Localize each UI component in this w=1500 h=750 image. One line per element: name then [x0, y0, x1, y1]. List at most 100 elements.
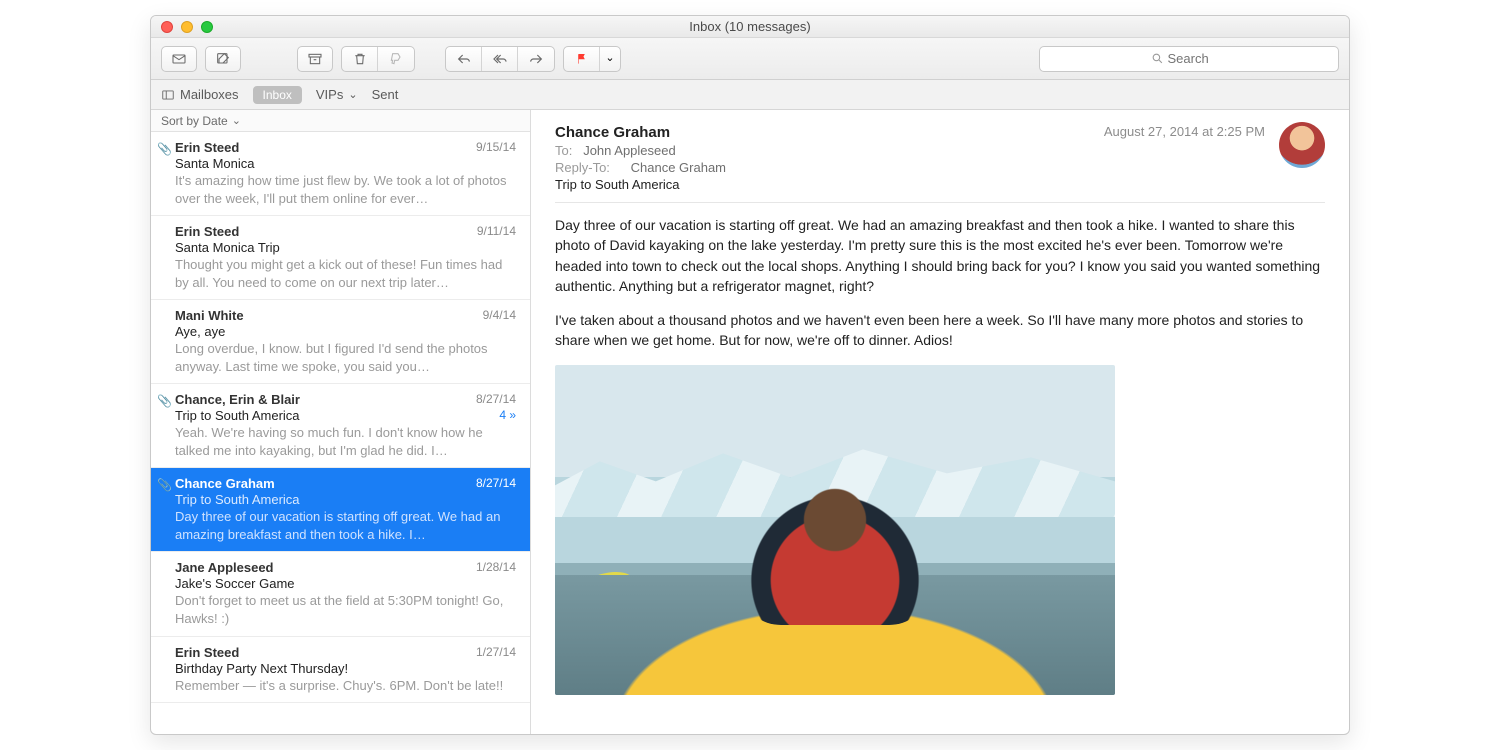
search-input[interactable] [1168, 51, 1228, 66]
message-subject: Trip to South America4 » [175, 408, 516, 423]
compose-icon [215, 51, 231, 67]
sender-name: Erin Steed [175, 645, 239, 660]
sender-name: Erin Steed [175, 140, 239, 155]
photo-person [745, 475, 925, 625]
message-preview: Remember — it's a surprise. Chuy's. 6PM.… [175, 677, 516, 695]
to-label: To: [555, 143, 572, 158]
message-subject: Santa Monica [175, 156, 516, 171]
junk-button[interactable] [378, 47, 414, 71]
message-item[interactable]: Mani White 9/4/14Aye, ayeLong overdue, I … [151, 300, 530, 384]
reply-group [445, 46, 555, 72]
search-field[interactable] [1039, 46, 1339, 72]
reply-all-button[interactable] [482, 47, 518, 71]
content-split: Sort by Date 📎Erin Steed9/15/14Santa Mon… [151, 110, 1349, 734]
message-subject: Birthday Party Next Thursday! [175, 661, 516, 676]
message-subject: Trip to South America [175, 492, 516, 507]
sender-avatar[interactable] [1279, 122, 1325, 168]
delete-junk-group [341, 46, 415, 72]
sender-name: Chance Graham [175, 476, 275, 491]
message-date: 1/27/14 [476, 645, 516, 660]
body-paragraph: Day three of our vacation is starting of… [555, 215, 1325, 296]
message-header: Chance Graham To: John Appleseed Reply-T… [555, 124, 1325, 203]
reply-to-value: Chance Graham [631, 160, 726, 175]
message-subject: Santa Monica Trip [175, 240, 516, 255]
message-item[interactable]: 📎Erin Steed 9/15/14Santa MonicaIt's amazi… [151, 132, 530, 216]
message-item[interactable]: Erin Steed 1/27/14Birthday Party Next Thu… [151, 637, 530, 704]
get-mail-button[interactable] [161, 46, 197, 72]
forward-icon [528, 51, 544, 67]
reply-icon [456, 51, 472, 67]
reply-button[interactable] [446, 47, 482, 71]
minimize-window-button[interactable] [181, 21, 193, 33]
message-date: 9/15/14 [476, 140, 516, 155]
inbox-tab[interactable]: Inbox [253, 86, 302, 104]
message-date: 8/27/14 [476, 476, 516, 491]
mail-window: Inbox (10 messages) [150, 15, 1350, 735]
mailboxes-label: Mailboxes [180, 87, 239, 102]
attachment-icon: 📎 [157, 142, 172, 156]
compose-button[interactable] [205, 46, 241, 72]
subject-line: Trip to South America [555, 177, 1325, 192]
flag-icon [575, 52, 589, 66]
attachment-photo[interactable] [555, 365, 1115, 695]
trash-icon [352, 51, 368, 67]
chevron-down-icon [348, 87, 357, 102]
reply-to-label: Reply-To: [555, 160, 627, 175]
envelope-icon [171, 51, 187, 67]
message-list-pane: Sort by Date 📎Erin Steed9/15/14Santa Mon… [151, 110, 531, 734]
close-window-button[interactable] [161, 21, 173, 33]
to-value: John Appleseed [583, 143, 676, 158]
title-bar: Inbox (10 messages) [151, 16, 1349, 38]
message-preview: Long overdue, I know. but I figured I'd … [175, 340, 516, 375]
search-icon [1151, 52, 1164, 65]
message-preview: Yeah. We're having so much fun. I don't … [175, 424, 516, 459]
zoom-window-button[interactable] [201, 21, 213, 33]
forward-button[interactable] [518, 47, 554, 71]
message-item[interactable]: 📎Chance Graham 8/27/14Trip to South Ameri… [151, 468, 530, 552]
flag-menu-button[interactable] [600, 47, 620, 71]
message-date: 9/4/14 [483, 308, 516, 323]
attachment-icon: 📎 [157, 478, 172, 492]
body-paragraph: I've taken about a thousand photos and w… [555, 310, 1325, 351]
toolbar [151, 38, 1349, 80]
sender-name: Erin Steed [175, 224, 239, 239]
message-preview: It's amazing how time just flew by. We t… [175, 172, 516, 207]
sent-tab[interactable]: Sent [372, 87, 399, 102]
message-datetime: August 27, 2014 at 2:25 PM [1104, 124, 1265, 139]
window-controls [151, 21, 213, 33]
sender-name: Chance, Erin & Blair [175, 392, 300, 407]
window-title: Inbox (10 messages) [151, 19, 1349, 34]
thumbs-down-icon [388, 51, 404, 67]
message-list[interactable]: 📎Erin Steed9/15/14Santa MonicaIt's amazi… [151, 132, 530, 734]
thread-count: 4 » [499, 408, 516, 422]
attachment-icon: 📎 [157, 394, 172, 408]
flag-button[interactable] [564, 47, 600, 71]
message-preview: Thought you might get a kick out of thes… [175, 256, 516, 291]
archive-button[interactable] [297, 46, 333, 72]
sent-label: Sent [372, 87, 399, 102]
sender-name: Mani White [175, 308, 244, 323]
archive-icon [307, 51, 323, 67]
reply-all-icon [492, 51, 508, 67]
sidebar-icon [161, 88, 175, 102]
message-item[interactable]: 📎Chance, Erin & Blair 8/27/14Trip to Sout… [151, 384, 530, 468]
message-preview: Don't forget to meet us at the field at … [175, 592, 516, 627]
mailboxes-button[interactable]: Mailboxes [161, 87, 239, 102]
message-date: 9/11/14 [477, 224, 516, 239]
message-date: 8/27/14 [476, 392, 516, 407]
delete-button[interactable] [342, 47, 378, 71]
vips-label: VIPs [316, 87, 343, 102]
sender-name: Jane Appleseed [175, 560, 274, 575]
flag-group [563, 46, 621, 72]
message-date: 1/28/14 [476, 560, 516, 575]
vips-tab[interactable]: VIPs [316, 87, 358, 102]
message-preview: Day three of our vacation is starting of… [175, 508, 516, 543]
message-item[interactable]: Jane Appleseed 1/28/14Jake's Soccer GameD… [151, 552, 530, 636]
message-item[interactable]: Erin Steed 9/11/14Santa Monica TripThough… [151, 216, 530, 300]
message-subject: Aye, aye [175, 324, 516, 339]
chevron-down-icon [232, 114, 241, 128]
message-reader: Chance Graham To: John Appleseed Reply-T… [531, 110, 1349, 734]
sort-control[interactable]: Sort by Date [151, 110, 530, 132]
message-subject: Jake's Soccer Game [175, 576, 516, 591]
sort-label: Sort by Date [161, 114, 228, 128]
